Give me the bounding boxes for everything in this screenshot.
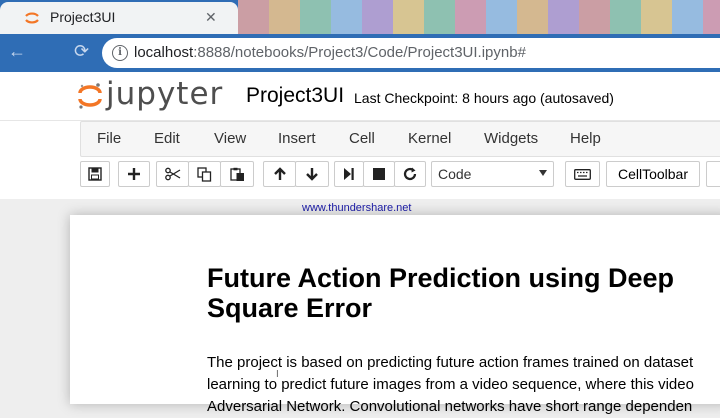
- stop-icon: [373, 168, 385, 180]
- plus-icon: [128, 168, 140, 180]
- tab-strip-stripe: [486, 0, 517, 34]
- heading-line-2: Square Error: [207, 293, 373, 323]
- tab-strip-stripe: [548, 0, 579, 34]
- tab-strip-stripe: [703, 0, 720, 34]
- tab-title: Project3UI: [50, 9, 116, 25]
- address-row: ← ⟳ i localhost:8888/notebooks/Project3/…: [0, 34, 720, 72]
- command-palette-button[interactable]: [565, 161, 600, 187]
- notebook-page: Future Action Prediction using Deep Squa…: [70, 215, 720, 415]
- browser-tab[interactable]: Project3UI ✕: [0, 2, 238, 34]
- paste-button[interactable]: [220, 161, 254, 187]
- jupyter-header: jupyter Project3UI Last Checkpoint: 8 ho…: [0, 72, 720, 120]
- tab-strip-stripe: [424, 0, 455, 34]
- tab-close-icon[interactable]: ✕: [205, 9, 217, 26]
- run-button[interactable]: [334, 161, 364, 187]
- insert-cell-button[interactable]: [118, 161, 150, 187]
- menu-toolbar-panel: File Edit View Insert Cell Kernel Widget…: [0, 120, 720, 200]
- tab-strip-stripe: [362, 0, 393, 34]
- menu-file[interactable]: File: [97, 130, 121, 147]
- chevron-down-icon: [539, 170, 547, 176]
- menu-cell[interactable]: Cell: [349, 130, 375, 147]
- cut-button[interactable]: [156, 161, 189, 187]
- url-path: :8888/notebooks/Project3/Code/Project3UI…: [193, 44, 526, 61]
- tab-strip-stripe: [672, 0, 703, 34]
- url-host: localhost: [134, 44, 194, 61]
- interrupt-button[interactable]: [363, 161, 395, 187]
- menu-insert[interactable]: Insert: [278, 130, 316, 147]
- url-text[interactable]: localhost:8888/notebooks/Project3/Code/P…: [134, 44, 526, 61]
- reload-icon[interactable]: ⟳: [74, 41, 89, 62]
- heading-line-1: Future Action Prediction using Deep: [207, 263, 675, 293]
- paste-icon: [229, 167, 244, 181]
- celltoolbar-button[interactable]: CellToolbar: [606, 161, 700, 187]
- tab-strip-stripe: [517, 0, 548, 34]
- step-forward-icon: [344, 168, 354, 180]
- browser-tab-strip: Project3UI ✕: [0, 0, 720, 34]
- tab-strip-stripe: [641, 0, 672, 34]
- notebook-name[interactable]: Project3UI: [246, 84, 344, 108]
- checkpoint-status: Last Checkpoint: 8 hours ago (autosaved): [354, 90, 614, 106]
- cut-icon: [164, 167, 180, 181]
- menu-kernel[interactable]: Kernel: [408, 130, 451, 147]
- tab-strip-stripe: [610, 0, 641, 34]
- tab-strip-stripe: [331, 0, 362, 34]
- menubar: File Edit View Insert Cell Kernel Widget…: [80, 121, 720, 157]
- copy-icon: [197, 166, 212, 182]
- paragraph-line-3: Adversarial Network. Convolutional netwo…: [207, 398, 693, 415]
- cell-type-value: Code: [438, 166, 472, 182]
- save-icon: [88, 167, 102, 181]
- info-icon[interactable]: i: [112, 45, 128, 61]
- cell-type-select[interactable]: Code: [431, 161, 554, 187]
- paragraph-line-1: The project is based on predicting futur…: [207, 354, 694, 371]
- menu-view[interactable]: View: [214, 130, 246, 147]
- arrow-up-icon: [273, 167, 286, 180]
- address-bar[interactable]: i localhost:8888/notebooks/Project3/Code…: [102, 38, 720, 68]
- move-up-button[interactable]: [263, 161, 296, 187]
- move-down-button[interactable]: [295, 161, 329, 187]
- markdown-paragraph[interactable]: The project is based on predicting futur…: [207, 352, 694, 418]
- jupyter-logo-icon[interactable]: [78, 82, 102, 110]
- jupyter-favicon-icon: [25, 12, 39, 24]
- tab-strip-stripe: [455, 0, 486, 34]
- menu-edit[interactable]: Edit: [154, 130, 180, 147]
- copy-button[interactable]: [188, 161, 221, 187]
- arrow-down-icon: [306, 168, 318, 181]
- celltoolbar-label: CellToolbar: [617, 166, 689, 182]
- keyboard-icon: [574, 168, 591, 180]
- jupyter-logo-text: jupyter: [106, 76, 224, 112]
- menu-widgets[interactable]: Widgets: [484, 130, 538, 147]
- tab-strip-stripe: [238, 0, 269, 34]
- restart-icon: [403, 167, 417, 181]
- markdown-heading[interactable]: Future Action Prediction using Deep Squa…: [207, 263, 674, 323]
- text-cursor-icon: I: [276, 369, 279, 380]
- tab-strip-stripe: [393, 0, 424, 34]
- watermark-text: www.thundershare.net: [302, 202, 412, 214]
- paragraph-line-2: learning to predict future images from a…: [207, 376, 694, 393]
- menu-help[interactable]: Help: [570, 130, 601, 147]
- tab-strip-stripe: [579, 0, 610, 34]
- extra-toolbar-button[interactable]: [706, 161, 720, 187]
- save-button[interactable]: [80, 161, 110, 187]
- back-icon[interactable]: ←: [8, 41, 26, 62]
- tab-strip-stripe: [300, 0, 331, 34]
- restart-button[interactable]: [394, 161, 426, 187]
- tab-strip-stripe: [269, 0, 300, 34]
